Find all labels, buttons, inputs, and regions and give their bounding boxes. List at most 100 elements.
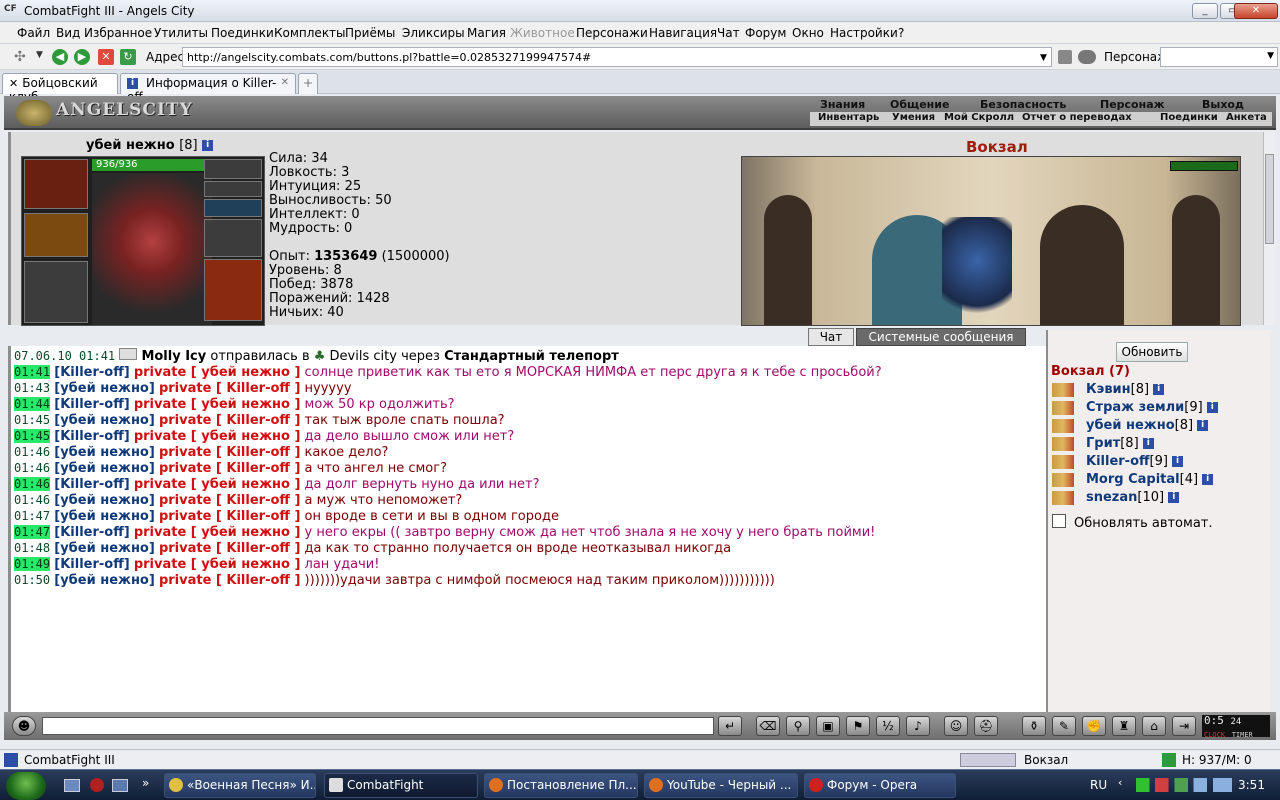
msg-private-to[interactable]: private [ Killer-off ] <box>159 573 300 588</box>
tab-chat[interactable]: Чат <box>808 328 854 346</box>
refresh-button[interactable]: Обновить <box>1116 342 1188 362</box>
msg-sender[interactable]: [убей нежно] <box>54 509 155 524</box>
person-select[interactable]: ▼ <box>1160 47 1278 67</box>
msg-sender[interactable]: [Killer-off] <box>54 397 129 412</box>
auto-refresh-checkbox[interactable] <box>1052 514 1066 528</box>
link-character[interactable]: Персонаж <box>1100 98 1165 111</box>
player-name[interactable]: Кэвин <box>1086 382 1131 397</box>
helmet-slot[interactable] <box>24 159 88 209</box>
info-icon[interactable]: i <box>1202 474 1214 485</box>
tray-icons[interactable] <box>1136 778 1232 792</box>
bracers-slot[interactable] <box>24 213 88 257</box>
msg-private-to[interactable]: private [ убей нежно ] <box>134 429 301 444</box>
player-name[interactable]: Morg Capital <box>1086 472 1180 487</box>
more-icon[interactable]: » <box>142 776 149 790</box>
amulet-slot[interactable] <box>204 181 262 197</box>
msg-private-to[interactable]: private [ Killer-off ] <box>159 381 300 396</box>
address-input[interactable]: http://angelscity.combats.com/buttons.pl… <box>182 47 1052 67</box>
menu-duels[interactable]: Поединки <box>211 26 274 40</box>
msg-sender[interactable]: [убей нежно] <box>54 413 155 428</box>
private-message-icon[interactable] <box>1052 436 1074 451</box>
menu-elixirs[interactable]: Эликсиры <box>402 26 465 40</box>
vertical-scrollbar[interactable] <box>1263 132 1275 325</box>
player-name[interactable]: Страж земли <box>1086 400 1184 415</box>
house-icon[interactable]: ⌂ <box>1142 716 1166 736</box>
link-profile[interactable]: Анкета <box>1226 112 1267 123</box>
player-name[interactable]: snezan <box>1086 490 1137 505</box>
link-duels[interactable]: Поединки <box>1160 112 1218 123</box>
player-item[interactable]: Страж земли[9] i <box>1052 400 1218 418</box>
msg-sender[interactable]: Molly Icy <box>141 349 206 364</box>
start-button[interactable] <box>6 772 46 800</box>
msg-sender[interactable]: [Killer-off] <box>54 429 129 444</box>
msg-sender[interactable]: [убей нежно] <box>54 461 155 476</box>
menu-navigation[interactable]: Навигация <box>649 26 717 40</box>
tray-arrow-icon[interactable]: ‹ <box>1118 776 1122 789</box>
menu-characters[interactable]: Персонажи <box>576 26 648 40</box>
player-item[interactable]: убей нежно[8] i <box>1052 418 1209 436</box>
status-refresh-icon[interactable] <box>1162 753 1176 767</box>
msg-sender[interactable]: [Killer-off] <box>54 525 129 540</box>
menu-view[interactable]: Вид <box>56 26 80 40</box>
arch-right[interactable] <box>1172 195 1220 325</box>
tray-language[interactable]: RU <box>1090 778 1107 792</box>
msg-private-to[interactable]: private [ убей нежно ] <box>134 365 301 380</box>
msg-sender[interactable]: [убей нежно] <box>54 445 155 460</box>
msg-private-to[interactable]: private [ убей нежно ] <box>134 525 301 540</box>
status-icons[interactable] <box>960 753 1016 767</box>
task-item-4[interactable]: Форум - Opera <box>804 773 956 798</box>
bag-icon[interactable]: ⚱ <box>1022 716 1046 736</box>
info-icon[interactable]: i <box>1172 456 1184 467</box>
quill-icon[interactable]: ✎ <box>1052 716 1076 736</box>
menu-settings[interactable]: Настройки <box>830 26 898 40</box>
menu-favorites[interactable]: Избранное <box>84 26 152 40</box>
player-item[interactable]: snezan[10] i <box>1052 490 1180 508</box>
msg-sender[interactable]: [убей нежно] <box>54 381 155 396</box>
msg-sender[interactable]: [убей нежно] <box>54 541 155 556</box>
split-icon[interactable]: ½ <box>876 716 900 736</box>
tab-fight-club[interactable]: ✕Бойцовский клуб <box>2 73 118 104</box>
gloves-slot[interactable] <box>204 219 262 257</box>
menu-animal[interactable]: Животное <box>510 26 575 40</box>
exit-door-icon[interactable]: ⇥ <box>1172 716 1196 736</box>
msg-private-to[interactable]: private [ Killer-off ] <box>159 493 300 508</box>
quicklaunch-icon[interactable] <box>90 778 104 792</box>
task-item-1[interactable]: CombatFight <box>324 773 478 798</box>
tab-info[interactable]: iИнформация о Killer-off ✕ <box>120 73 296 104</box>
stop-icon[interactable]: ✕ <box>98 49 114 65</box>
forward-icon[interactable]: ▶ <box>74 49 90 65</box>
chat-input[interactable] <box>42 717 714 735</box>
task-item-2[interactable]: Постановление Пл... <box>484 773 638 798</box>
msg-sender[interactable]: [убей нежно] <box>54 493 155 508</box>
link-my-scroll[interactable]: Мой Скролл <box>944 112 1014 123</box>
show-desktop-icon[interactable] <box>64 779 80 792</box>
scroll-thumb[interactable] <box>1265 154 1274 244</box>
info-icon[interactable]: i <box>1206 402 1218 413</box>
close-button[interactable]: ✕ <box>1234 3 1278 19</box>
player-item[interactable]: Кэвин[8] i <box>1052 382 1165 400</box>
private-message-icon[interactable] <box>1052 382 1074 397</box>
menu-help[interactable]: ? <box>898 26 904 40</box>
smiley-icon[interactable]: ☺ <box>944 716 968 736</box>
msg-private-to[interactable]: private [ убей нежно ] <box>134 557 301 572</box>
menu-sets[interactable]: Комплекты <box>274 26 346 40</box>
msg-private-to[interactable]: private [ Killer-off ] <box>159 541 300 556</box>
msg-sender[interactable]: [Killer-off] <box>54 557 129 572</box>
private-message-icon[interactable] <box>1052 490 1074 505</box>
player-name[interactable]: убей нежно <box>1086 418 1175 433</box>
arch-left[interactable] <box>764 195 812 325</box>
armor-icon[interactable]: ♜ <box>1112 716 1136 736</box>
ring-slot[interactable] <box>204 159 262 179</box>
msg-private-to[interactable]: private [ Killer-off ] <box>159 445 300 460</box>
menu-file[interactable]: Файл <box>17 26 50 40</box>
player-name[interactable]: Грит <box>1086 436 1120 451</box>
fist-icon[interactable]: ✊ <box>1082 716 1106 736</box>
info-icon[interactable]: i <box>1168 492 1180 503</box>
dropdown-arrow-icon[interactable]: ▼ <box>36 50 43 60</box>
msg-sender[interactable]: [убей нежно] <box>54 573 155 588</box>
msg-private-to[interactable]: private [ Killer-off ] <box>159 461 300 476</box>
link-knowledge[interactable]: Знания <box>820 98 865 111</box>
menu-window[interactable]: Окно <box>792 26 824 40</box>
arch-stairs[interactable] <box>1040 205 1124 325</box>
menu-tricks[interactable]: Приёмы <box>345 26 395 40</box>
